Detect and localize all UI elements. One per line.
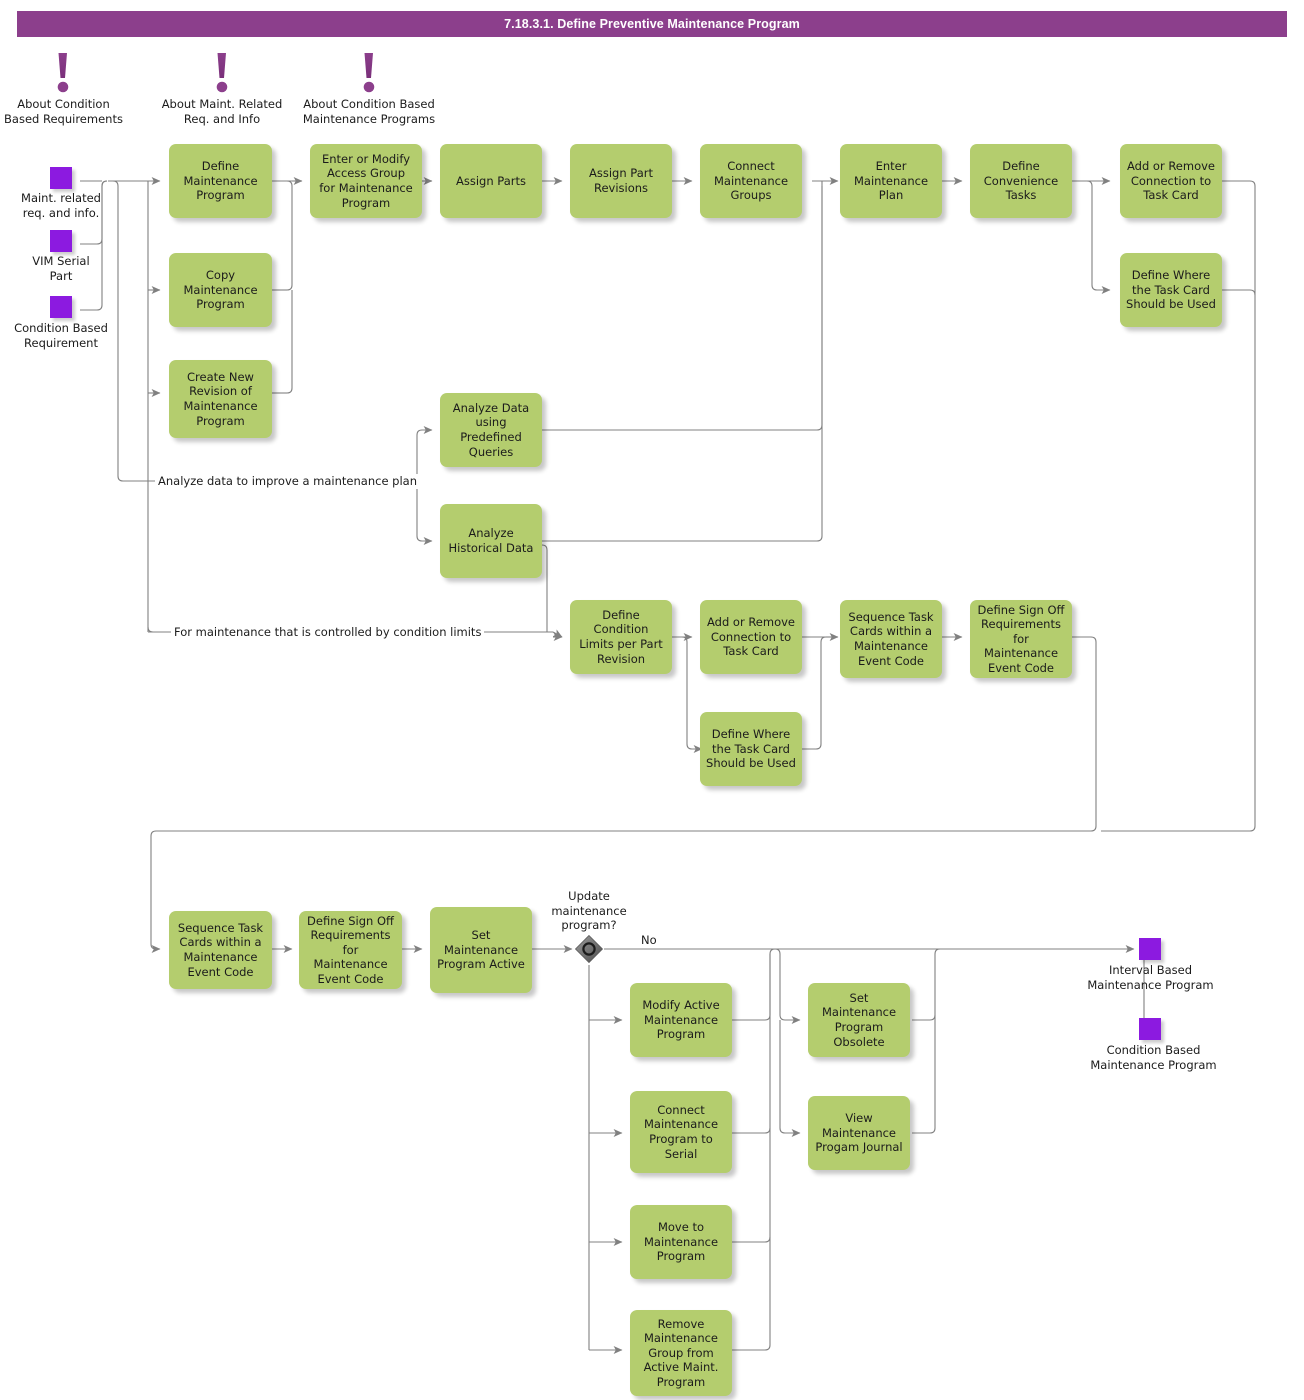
node-sequence-task-cards-mid[interactable]: Sequence Task Cards within a Maintenance Ev… xyxy=(840,600,942,678)
node-sequence-task-cards-bottom[interactable]: Sequence Task Cards within a Maintenance Ev… xyxy=(169,911,272,989)
input-terminal-label: Maint. related req. and info. xyxy=(2,191,120,220)
node-create-new-revision-of-maint-program[interactable]: Create New Revision of Maintenance Program xyxy=(169,360,272,438)
node-set-maintenance-program-obsolete[interactable]: Set Maintenance Program Obsolete xyxy=(808,983,910,1057)
info-label-text: About Condition Based Requirements xyxy=(4,97,123,126)
diagram-canvas: 7.18.3.1. Define Preventive Maintenance … xyxy=(0,0,1304,1400)
node-label: Sequence Task Cards within a Maintenance Ev… xyxy=(177,920,264,979)
edge-label-text: Analyze data to improve a maintenance pl… xyxy=(158,474,418,488)
node-label: Sequence Task Cards within a Maintenance Ev… xyxy=(848,609,934,668)
node-assign-parts[interactable]: Assign Parts xyxy=(440,144,542,218)
edge-label-analyze-data: Analyze data to improve a maintenance pl… xyxy=(155,474,421,489)
input-terminal-label: Condition Based Requirement xyxy=(0,321,122,350)
input-terminal-condition-based-requirement[interactable] xyxy=(50,296,72,318)
edge-label-text: For maintenance that is controlled by co… xyxy=(174,625,482,639)
info-marker-label-1: About Maint. Related Req. and Info xyxy=(155,97,289,126)
output-terminal-condition-based[interactable] xyxy=(1139,1018,1161,1040)
node-label: Define Where the Task Card Should be Used xyxy=(706,727,796,771)
terminal-label-text: Maint. related req. and info. xyxy=(21,191,101,220)
node-label: Create New Revision of Maintenance Program xyxy=(183,369,258,428)
node-remove-maintenance-group-from-active[interactable]: Remove Maintenance Group from Active Maint.… xyxy=(630,1310,732,1396)
node-label: View Maintenance Progam Journal xyxy=(815,1111,903,1155)
node-label: Define Condition Limits per Part Revision xyxy=(579,607,663,666)
exclamation-icon xyxy=(211,52,233,96)
gateway-update-maintenance-program[interactable] xyxy=(574,934,604,964)
node-label: Add or Remove Connection to Task Card xyxy=(1126,159,1215,203)
node-label: Set Maintenance Program Active xyxy=(437,928,525,972)
node-define-where-task-card-used-top[interactable]: Define Where the Task Card Should be Used xyxy=(1120,253,1222,327)
gateway-question-text: Update maintenance program? xyxy=(551,889,627,932)
node-copy-maintenance-program[interactable]: Copy Maintenance Program xyxy=(169,253,272,327)
node-define-maintenance-program[interactable]: Define Maintenance Program xyxy=(169,144,272,218)
input-terminal-label: VIM Serial Part xyxy=(11,254,111,283)
terminal-label-text: Interval Based Maintenance Program xyxy=(1087,963,1214,992)
node-label: Analyze Data using Predefined Queries xyxy=(452,400,530,459)
node-label: Define Convenience Tasks xyxy=(983,159,1059,203)
node-connect-maintenance-program-to-serial[interactable]: Connect Maintenance Program to Serial xyxy=(630,1091,732,1173)
node-define-sign-off-requirements-mid[interactable]: Define Sign Off Requirements for Maintenan… xyxy=(970,600,1072,678)
node-enter-or-modify-access-group[interactable]: Enter or Modify Access Group for Maintenan… xyxy=(310,144,422,218)
node-assign-part-revisions[interactable]: Assign Part Revisions xyxy=(570,144,672,218)
node-label: Modify Active Maintenance Program xyxy=(642,998,720,1042)
node-label: Copy Maintenance Program xyxy=(183,268,258,312)
node-label: Assign Part Revisions xyxy=(589,166,653,195)
node-define-where-task-card-used-mid[interactable]: Define Where the Task Card Should be Used xyxy=(700,712,802,786)
exclamation-icon xyxy=(52,52,74,96)
node-set-maintenance-program-active[interactable]: Set Maintenance Program Active xyxy=(430,907,532,993)
terminal-label-text: Condition Based Requirement xyxy=(14,321,108,350)
node-enter-maintenance-plan[interactable]: Enter Maintenance Plan xyxy=(840,144,942,218)
info-marker-label-0: About Condition Based Requirements xyxy=(0,97,127,126)
output-terminal-label: Condition Based Maintenance Program xyxy=(1087,1043,1220,1072)
node-label: Connect Maintenance Program to Serial xyxy=(643,1102,719,1161)
node-move-to-maintenance-program[interactable]: Move to Maintenance Program xyxy=(630,1205,732,1279)
node-label: Set Maintenance Program Obsolete xyxy=(821,990,897,1049)
node-label: Enter Maintenance Plan xyxy=(853,159,929,203)
info-marker-label-2: About Condition Based Maintenance Program… xyxy=(296,97,442,126)
node-label: Define Sign Off Requirements for Maintenan… xyxy=(977,602,1065,675)
terminal-label-text: Condition Based Maintenance Program xyxy=(1090,1043,1217,1072)
node-analyze-historical-data[interactable]: Analyze Historical Data xyxy=(440,504,542,578)
input-terminal-maint-related-req[interactable] xyxy=(50,167,72,189)
node-label: Define Where the Task Card Should be Used xyxy=(1126,268,1216,312)
input-terminal-vim-serial-part[interactable] xyxy=(50,230,72,252)
output-terminal-interval-based[interactable] xyxy=(1139,938,1161,960)
node-add-or-remove-connection-to-task-card-top[interactable]: Add or Remove Connection to Task Card xyxy=(1120,144,1222,218)
node-label: Assign Parts xyxy=(456,173,526,188)
gateway-no-label: No xyxy=(638,933,660,948)
info-label-text: About Maint. Related Req. and Info xyxy=(161,97,283,126)
node-label: Remove Maintenance Group from Active Maint.… xyxy=(643,1316,719,1389)
node-define-condition-limits-per-part-revision[interactable]: Define Condition Limits per Part Revision xyxy=(570,600,672,674)
node-label: Define Sign Off Requirements for Maintenan… xyxy=(307,913,394,986)
node-analyze-data-using-predefined-queries[interactable]: Analyze Data using Predefined Queries xyxy=(440,393,542,467)
node-label: Connect Maintenance Groups xyxy=(713,159,789,203)
node-modify-active-maintenance-program[interactable]: Modify Active Maintenance Program xyxy=(630,983,732,1057)
gateway-no-text: No xyxy=(641,933,657,947)
node-define-convenience-tasks[interactable]: Define Convenience Tasks xyxy=(970,144,1072,218)
node-label: Add or Remove Connection to Task Card xyxy=(706,615,795,659)
node-label: Move to Maintenance Program xyxy=(643,1220,719,1264)
terminal-label-text: VIM Serial Part xyxy=(32,254,90,283)
node-define-sign-off-requirements-bottom[interactable]: Define Sign Off Requirements for Maintenan… xyxy=(299,911,402,989)
node-label: Enter or Modify Access Group for Maintenan… xyxy=(319,151,413,210)
node-connect-maintenance-groups[interactable]: Connect Maintenance Groups xyxy=(700,144,802,218)
node-view-maintenance-program-journal[interactable]: View Maintenance Progam Journal xyxy=(808,1096,910,1170)
gateway-question-label: Update maintenance program? xyxy=(541,889,637,933)
node-add-or-remove-connection-to-task-card-mid[interactable]: Add or Remove Connection to Task Card xyxy=(700,600,802,674)
edge-label-condition-limits: For maintenance that is controlled by co… xyxy=(171,625,485,640)
exclamation-icon xyxy=(358,52,380,96)
output-terminal-label: Interval Based Maintenance Program xyxy=(1087,963,1214,992)
info-label-text: About Condition Based Maintenance Program… xyxy=(302,97,436,126)
node-label: Define Maintenance Program xyxy=(183,159,258,203)
node-label: Analyze Historical Data xyxy=(448,526,534,555)
